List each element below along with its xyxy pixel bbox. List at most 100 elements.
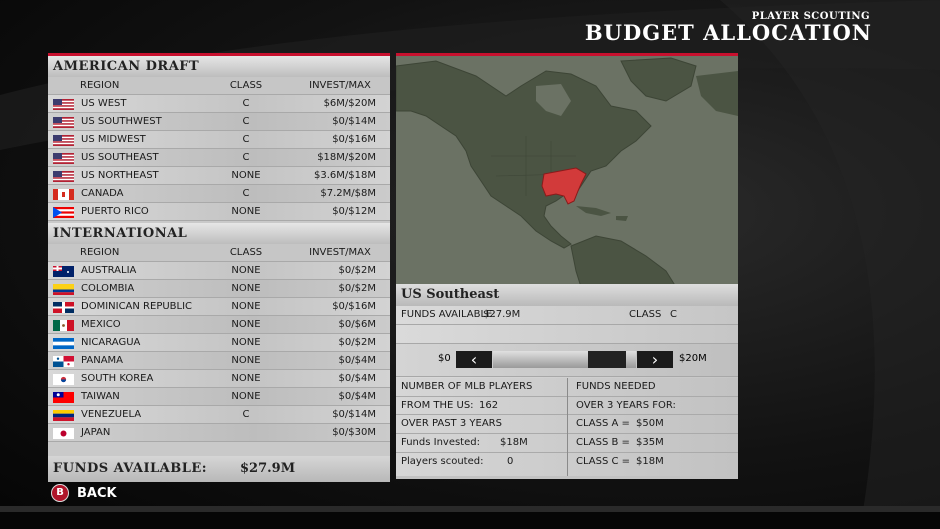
region-row[interactable]: AUSTRALIA NONE $0/$2M	[48, 262, 390, 280]
slider-thumb[interactable]	[587, 351, 626, 368]
south-korea-flag-icon	[53, 374, 74, 385]
region-name: AUSTRALIA	[81, 265, 137, 276]
us-flag-icon	[53, 171, 74, 182]
panama-flag-icon	[53, 356, 74, 367]
slider-track[interactable]	[493, 351, 636, 368]
detail-funds-value: $27.9M	[483, 309, 521, 320]
region-row[interactable]: PUERTO RICO NONE $0/$12M	[48, 203, 390, 221]
region-name: DOMINICAN REPUBLIC	[81, 301, 193, 312]
region-class: C	[242, 188, 250, 199]
region-row[interactable]: SOUTH KOREA NONE $0/$4M	[48, 370, 390, 388]
col-invest: INVEST/MAX	[309, 247, 371, 258]
detail-region-title: US Southeast	[396, 284, 738, 306]
spacer-row	[396, 325, 738, 344]
region-class: NONE	[231, 391, 261, 402]
region-row[interactable]: PANAMA NONE $0/$4M	[48, 352, 390, 370]
region-name: COLOMBIA	[81, 283, 135, 294]
class-b-label: CLASS B =	[576, 437, 630, 448]
region-name: US WEST	[81, 98, 127, 109]
north-america-map	[396, 56, 738, 287]
region-name: MEXICO	[81, 319, 121, 330]
region-invest: $3.6M/$18M	[314, 170, 376, 181]
players-scouted-label: Players scouted:	[401, 456, 484, 467]
region-name: NICARAGUA	[81, 337, 141, 348]
puerto-rico-flag-icon	[53, 207, 74, 218]
stats-divider	[567, 378, 568, 476]
us-flag-icon	[53, 99, 74, 110]
funds-invested-value: $18M	[500, 437, 528, 448]
slider-decrease-button[interactable]: ‹	[456, 351, 492, 368]
region-name: PUERTO RICO	[81, 206, 149, 217]
region-name: VENEZUELA	[81, 409, 142, 420]
region-row[interactable]: MEXICO NONE $0/$6M	[48, 316, 390, 334]
col-class: CLASS	[229, 247, 263, 258]
canada-flag-icon	[53, 189, 74, 200]
col-region: REGION	[80, 247, 120, 258]
detail-class-value: C	[670, 309, 677, 320]
international-column-header: REGION CLASS INVEST/MAX	[48, 244, 390, 262]
region-class: NONE	[231, 355, 261, 366]
region-name: US MIDWEST	[81, 134, 146, 145]
region-class: NONE	[231, 319, 261, 330]
us-flag-icon	[53, 135, 74, 146]
region-invest: $6M/$20M	[323, 98, 376, 109]
region-name: CANADA	[81, 188, 124, 199]
region-name: SOUTH KOREA	[81, 373, 154, 384]
region-class: C	[242, 98, 250, 109]
class-c-label: CLASS C =	[576, 456, 631, 467]
funds-available-label: FUNDS AVAILABLE:	[53, 461, 208, 476]
class-b-value: $35M	[636, 437, 664, 448]
region-row[interactable]: DOMINICAN REPUBLIC NONE $0/$16M	[48, 298, 390, 316]
region-invest: $0/$2M	[338, 337, 376, 348]
from-us-value: 162	[479, 400, 499, 411]
american-column-header: REGION CLASS INVEST/MAX	[48, 77, 390, 95]
venezuela-flag-icon	[53, 410, 74, 421]
region-invest: $0/$2M	[338, 265, 376, 276]
region-row[interactable]: NICARAGUA NONE $0/$2M	[48, 334, 390, 352]
region-class: C	[242, 116, 250, 127]
nicaragua-flag-icon	[53, 338, 74, 349]
region-invest: $0/$14M	[332, 116, 376, 127]
mexico-flag-icon	[53, 320, 74, 331]
region-row[interactable]: US WEST C $6M/$20M	[48, 95, 390, 113]
region-invest: $7.2M/$8M	[320, 188, 376, 199]
region-row[interactable]: JAPAN $0/$30M	[48, 424, 390, 442]
detail-funds-label: FUNDS AVAILABLE:	[401, 309, 496, 320]
region-name: PANAMA	[81, 355, 124, 366]
investment-slider[interactable]: $0 ‹ › $20M	[396, 344, 738, 377]
from-us-label: FROM THE US:	[401, 400, 474, 411]
region-table-panel: AMERICAN DRAFT REGION CLASS INVEST/MAX U…	[48, 53, 390, 482]
taiwan-flag-icon	[53, 392, 74, 403]
region-row[interactable]: US SOUTHWEST C $0/$14M	[48, 113, 390, 131]
back-button[interactable]: B BACK	[51, 484, 117, 502]
region-map	[396, 53, 738, 287]
region-class: NONE	[231, 170, 261, 181]
region-invest: $0/$16M	[332, 301, 376, 312]
col-class: CLASS	[229, 80, 263, 91]
region-class: C	[242, 134, 250, 145]
mlb-players-label: NUMBER OF MLB PLAYERS	[401, 381, 533, 392]
us-flag-icon	[53, 153, 74, 164]
col-invest: INVEST/MAX	[309, 80, 371, 91]
players-scouted-value: 0	[507, 456, 514, 467]
detail-class-label: CLASS	[629, 309, 662, 320]
funds-needed-sub: OVER 3 YEARS FOR:	[576, 400, 676, 411]
region-name: TAIWAN	[81, 391, 120, 402]
region-row[interactable]: CANADA C $7.2M/$8M	[48, 185, 390, 203]
funds-needed-label: FUNDS NEEDED	[576, 381, 656, 392]
region-invest: $0/$30M	[332, 427, 376, 438]
region-class: NONE	[231, 265, 261, 276]
region-row[interactable]: US NORTHEAST NONE $3.6M/$18M	[48, 167, 390, 185]
class-c-value: $18M	[636, 456, 664, 467]
detail-funds-row: FUNDS AVAILABLE: $27.9M CLASS C	[396, 306, 738, 325]
international-heading: INTERNATIONAL	[48, 223, 390, 244]
slider-increase-button[interactable]: ›	[637, 351, 673, 368]
region-row[interactable]: US MIDWEST C $0/$16M	[48, 131, 390, 149]
region-row[interactable]: US SOUTHEAST C $18M/$20M	[48, 149, 390, 167]
region-row[interactable]: COLOMBIA NONE $0/$2M	[48, 280, 390, 298]
region-row[interactable]: VENEZUELA C $0/$14M	[48, 406, 390, 424]
region-row[interactable]: TAIWAN NONE $0/$4M	[48, 388, 390, 406]
region-invest: $0/$4M	[338, 391, 376, 402]
australia-flag-icon	[53, 266, 74, 277]
region-class: C	[242, 409, 250, 420]
